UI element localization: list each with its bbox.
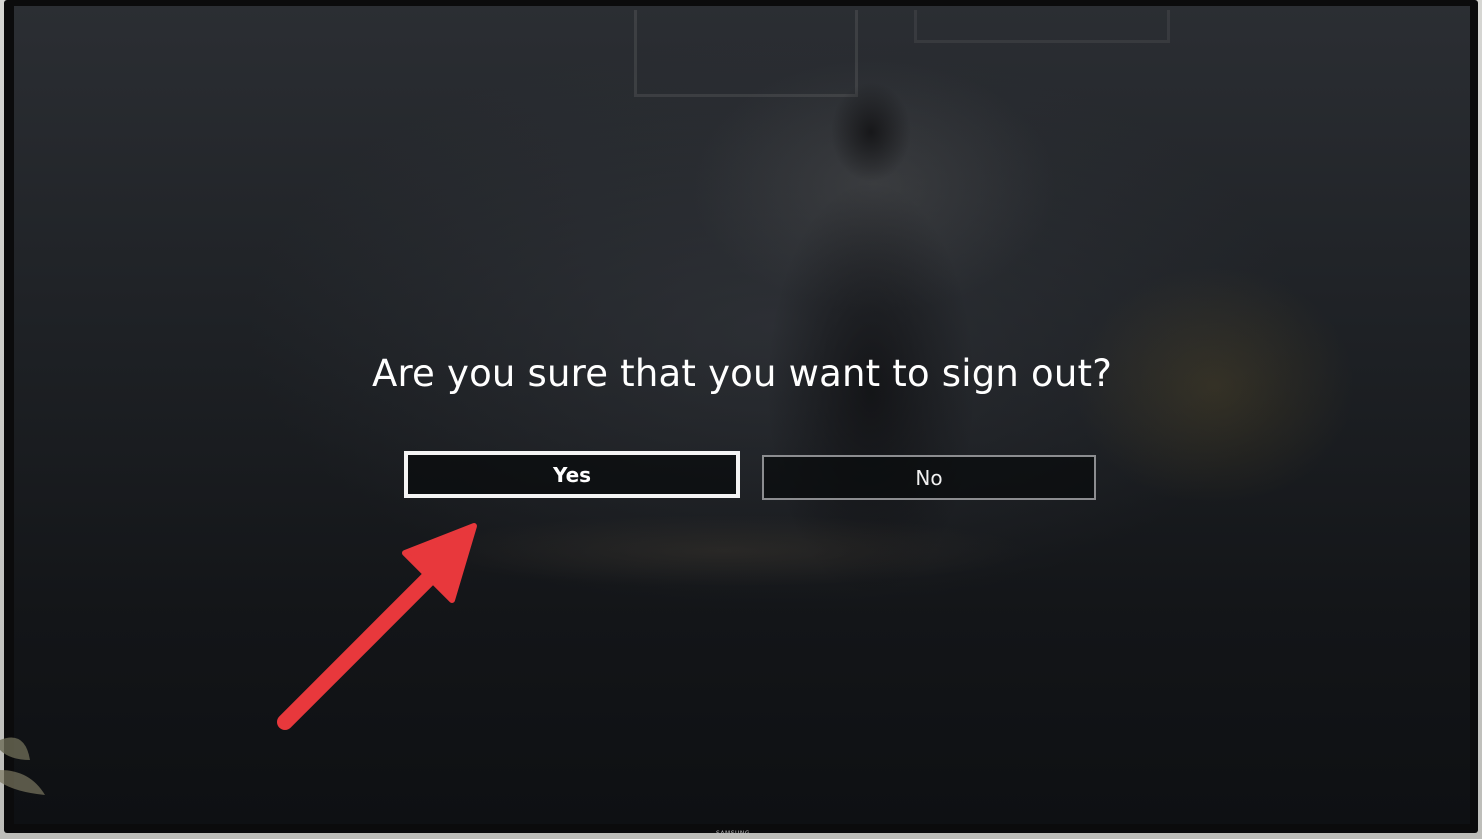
plant-leaves bbox=[0, 737, 45, 795]
no-button-label: No bbox=[915, 465, 943, 490]
tv-screen: Are you sure that you want to sign out? … bbox=[14, 6, 1470, 824]
reflection-table bbox=[344, 506, 1104, 596]
tv-brand-logo: SAMSUNG bbox=[716, 830, 751, 837]
dialog-title: Are you sure that you want to sign out? bbox=[371, 352, 1113, 395]
tv-bezel: Are you sure that you want to sign out? … bbox=[4, 0, 1478, 833]
no-button[interactable]: No bbox=[762, 455, 1096, 500]
yes-button[interactable]: Yes bbox=[404, 451, 740, 498]
reflection-shelf bbox=[914, 10, 1170, 43]
yes-button-label: Yes bbox=[552, 462, 592, 487]
